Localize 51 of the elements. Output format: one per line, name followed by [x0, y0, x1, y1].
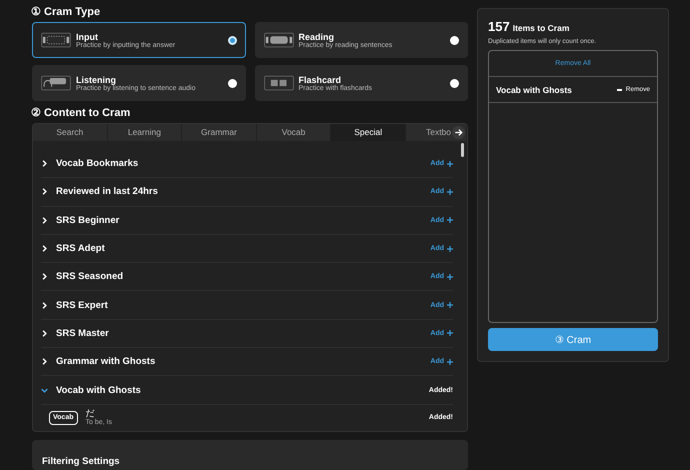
tab[interactable]: Search: [33, 124, 108, 141]
plus-icon[interactable]: [447, 274, 453, 280]
chevron-right-icon[interactable]: [41, 302, 48, 309]
plus-icon[interactable]: [447, 358, 453, 365]
scrollbar-thumb[interactable]: [461, 143, 464, 157]
tab[interactable]: Grammar: [182, 124, 257, 141]
option-title: Listening: [76, 74, 116, 84]
selected-item: Vocab with Ghosts: [496, 84, 572, 94]
plus-icon[interactable]: [447, 188, 453, 195]
radio-button[interactable]: [450, 78, 459, 88]
option-title: Input: [76, 32, 98, 42]
option-title: Flashcard: [298, 74, 342, 84]
radio-button[interactable]: [228, 36, 236, 44]
chevron-right-icon[interactable]: [41, 273, 48, 280]
summary-title: Items to Cram: [512, 23, 570, 33]
text-box-icon: [264, 32, 294, 48]
chevron-right-icon[interactable]: [41, 358, 48, 366]
arrow-right-icon[interactable]: [452, 126, 465, 139]
section-heading: ① Cram Type: [31, 6, 102, 19]
content-category[interactable]: SRS Master: [56, 328, 430, 339]
tab[interactable]: Special: [331, 124, 406, 141]
content-category[interactable]: Grammar with Ghosts: [56, 356, 430, 368]
headphones-bubble-icon: [41, 75, 71, 91]
plus-icon[interactable]: [447, 217, 453, 224]
radio-button[interactable]: [228, 78, 236, 88]
tab[interactable]: Learning: [108, 124, 182, 141]
chevron-right-icon[interactable]: [41, 188, 48, 196]
option-title: Reading: [298, 32, 336, 42]
section-heading: ② Content to Cram: [31, 107, 132, 120]
chevron-down-icon[interactable]: [41, 386, 48, 394]
chevron-right-icon[interactable]: [41, 245, 48, 252]
chevron-right-icon[interactable]: [41, 216, 48, 224]
plus-icon[interactable]: [447, 302, 453, 308]
vocab-term[interactable]: だ: [86, 408, 429, 419]
text-box-icon: [41, 32, 71, 48]
plus-icon[interactable]: [447, 246, 453, 252]
chevron-right-icon[interactable]: [41, 160, 48, 168]
content-category[interactable]: SRS Seasoned: [56, 271, 430, 282]
content-category[interactable]: Vocab Bookmarks: [56, 158, 430, 170]
panel-heading: Filtering Settings: [42, 456, 120, 467]
chevron-right-icon[interactable]: [41, 330, 48, 337]
plus-icon[interactable]: [447, 330, 453, 336]
item-count: 157: [488, 19, 510, 34]
radio-button[interactable]: [450, 36, 459, 44]
content-category[interactable]: Vocab with Ghosts: [56, 384, 429, 396]
content-category[interactable]: SRS Beginner: [56, 214, 430, 226]
flashcards-icon: [264, 75, 294, 91]
content-category[interactable]: SRS Adept: [56, 243, 430, 254]
content-category[interactable]: SRS Expert: [56, 300, 430, 311]
content-category[interactable]: Reviewed in last 24hrs: [56, 186, 430, 198]
plus-icon[interactable]: [447, 160, 453, 167]
